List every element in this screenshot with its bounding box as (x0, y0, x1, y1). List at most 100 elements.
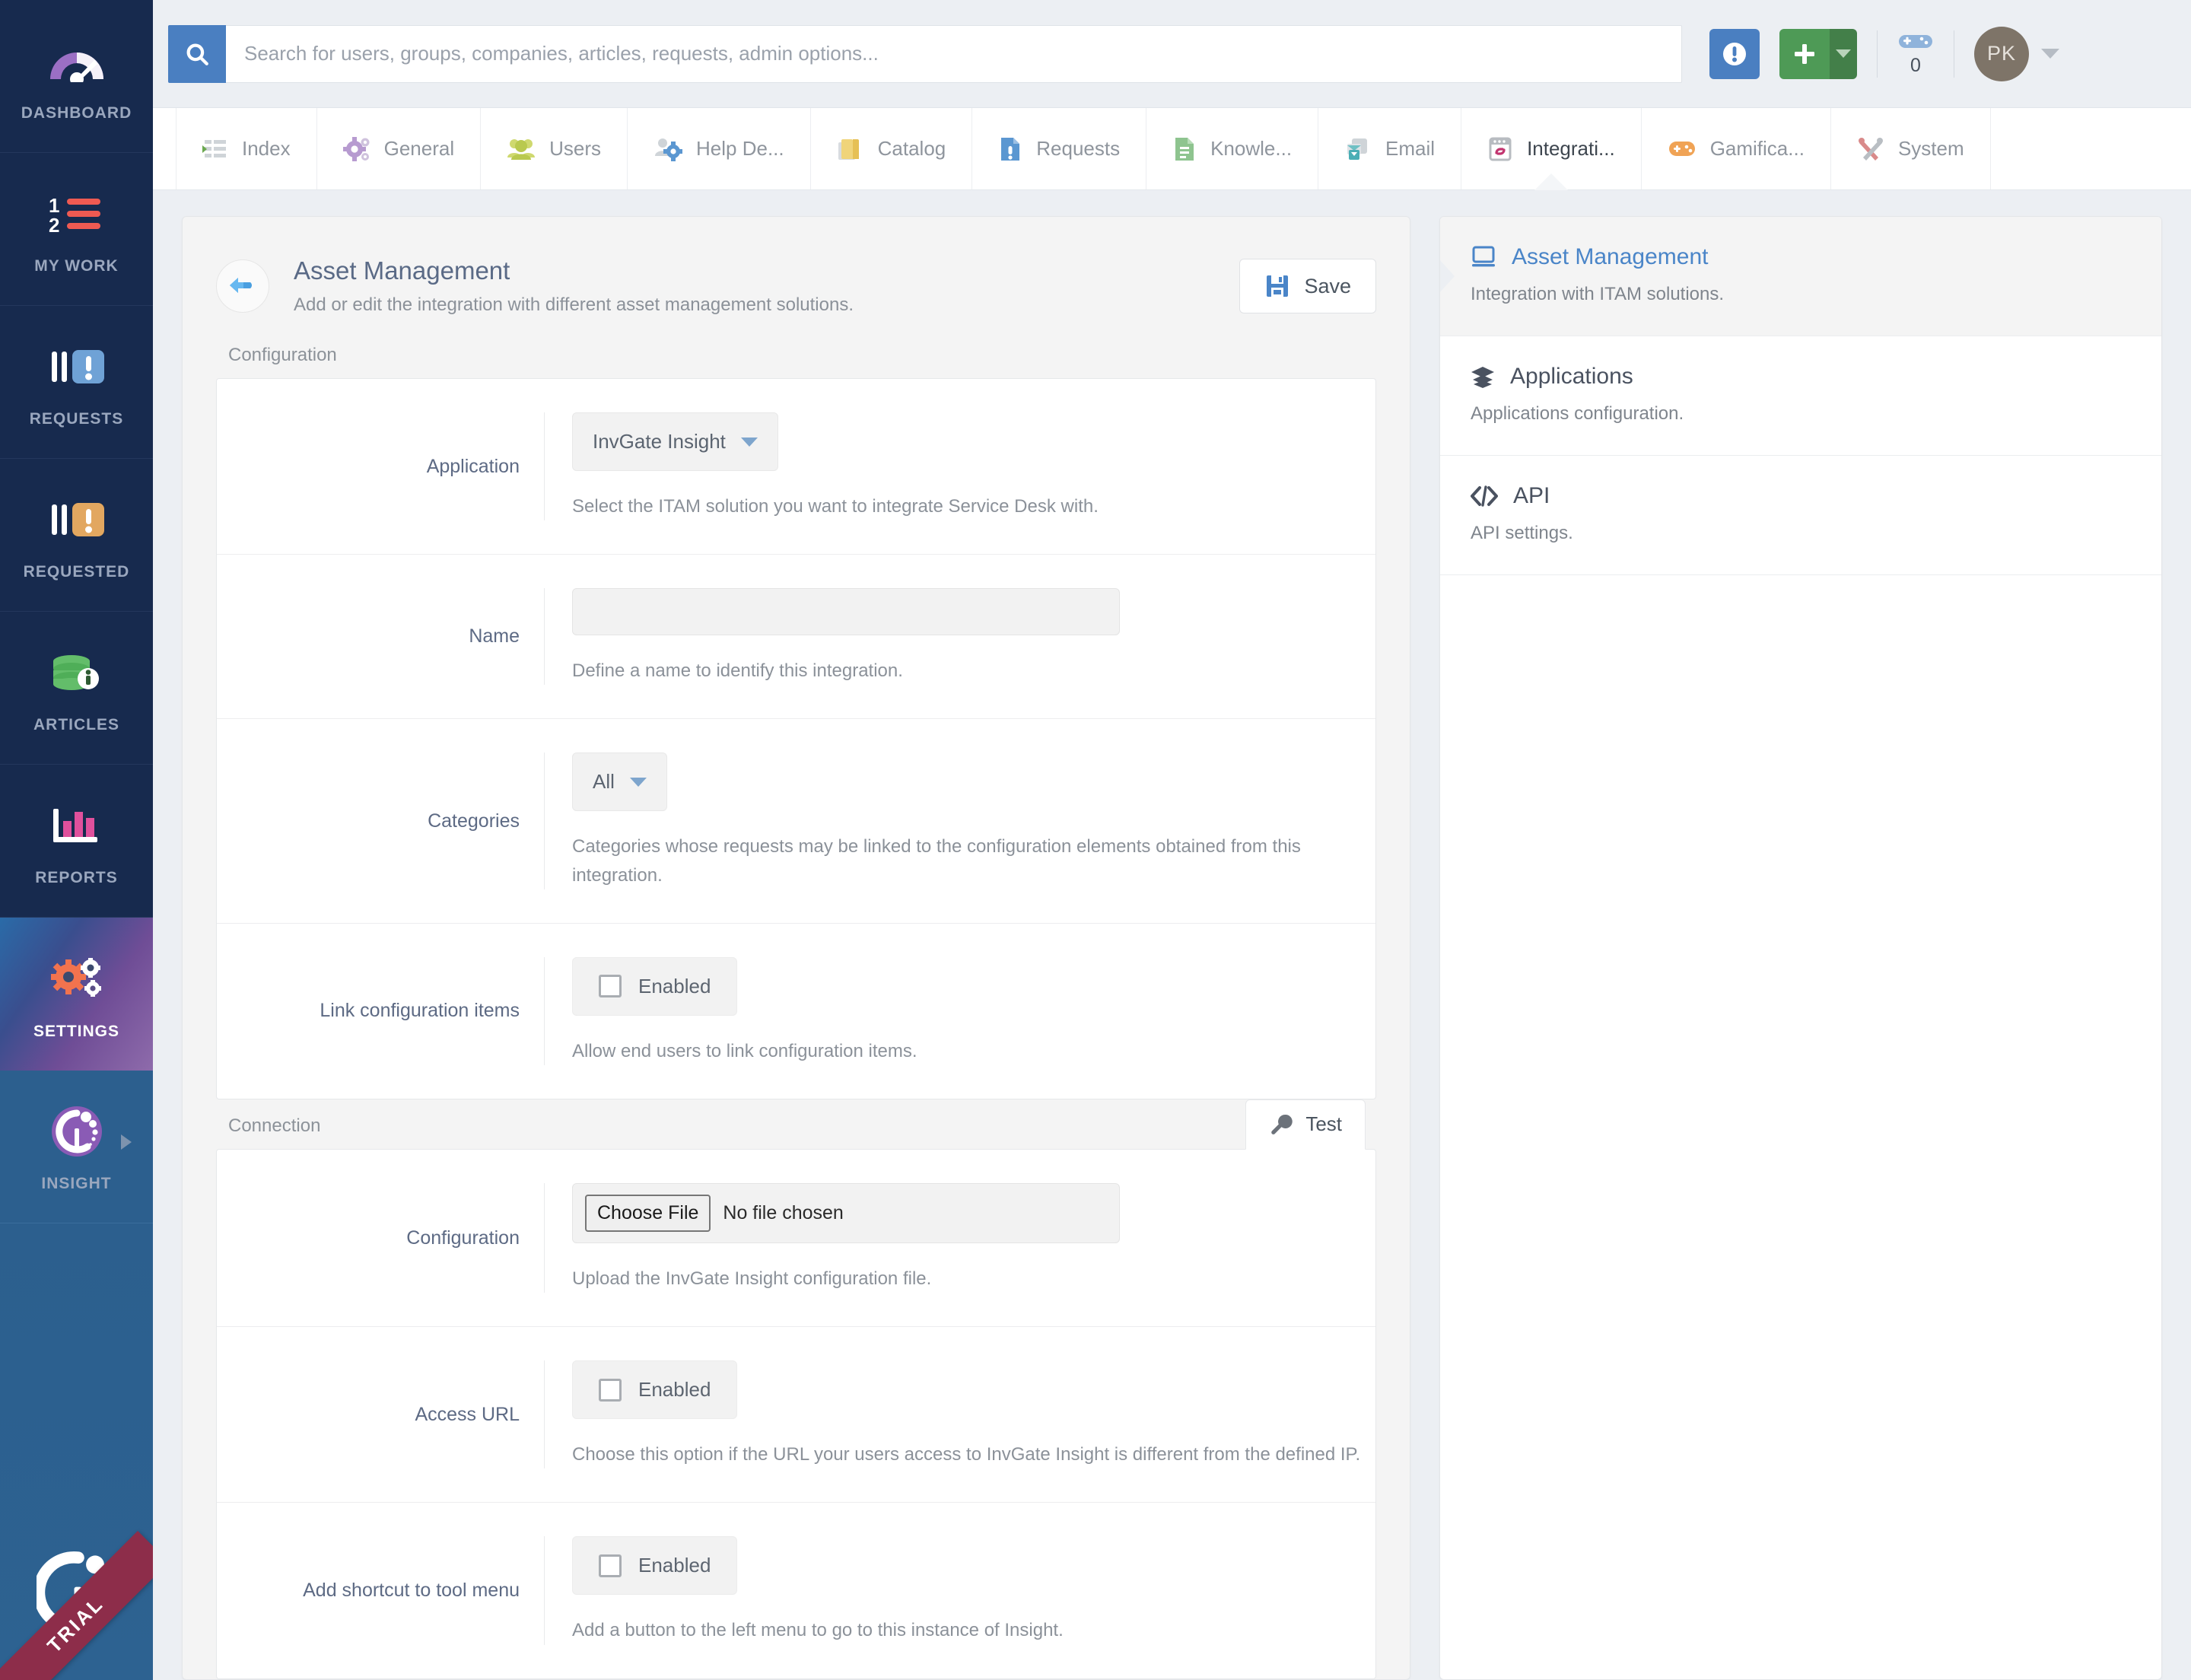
field-label: Add shortcut to tool menu (303, 1579, 520, 1601)
tab-index[interactable]: Index (176, 108, 317, 189)
header-actions: 0 PK (1709, 26, 2059, 81)
field-configuration-file: Configuration Choose File No file chosen… (217, 1150, 1375, 1328)
field-label: Name (469, 625, 520, 648)
sidebar-item-label: SETTINGS (33, 1022, 119, 1040)
tab-label: Catalog (877, 137, 946, 160)
sidebar-footer: TRIAL (0, 1223, 153, 1680)
alert-exclamation-icon (1723, 42, 1746, 65)
save-button[interactable]: Save (1239, 259, 1376, 313)
nav-item-api[interactable]: API API settings. (1440, 456, 2161, 575)
field-hint: Categories whose requests may be linked … (572, 836, 1301, 886)
database-info-icon (47, 641, 107, 704)
code-icon (1471, 485, 1498, 507)
gamification-button[interactable]: 0 (1897, 30, 1934, 77)
field-body: Enabled Choose this option if the URL yo… (544, 1360, 1375, 1469)
add-shortcut-checkbox[interactable]: Enabled (572, 1536, 738, 1596)
plus-icon[interactable] (1779, 28, 1830, 79)
application-select-value: InvGate Insight (593, 430, 726, 453)
chevron-down-icon (629, 777, 647, 787)
tab-knowledge[interactable]: Knowle... (1146, 108, 1319, 189)
sidebar-item-insight[interactable]: INSIGHT (0, 1071, 153, 1223)
chevron-down-icon[interactable] (2041, 49, 2059, 59)
access-url-checkbox[interactable]: Enabled (572, 1360, 738, 1420)
checkbox-label: Enabled (638, 1554, 711, 1577)
sidebar-item-settings[interactable]: SETTINGS (0, 918, 153, 1071)
tab-gamification[interactable]: Gamifica... (1642, 108, 1831, 189)
insight-logo-icon (49, 1100, 104, 1163)
checkbox-icon[interactable] (599, 975, 622, 998)
tab-label: General (383, 137, 455, 160)
tab-help-desk[interactable]: Help De... (628, 108, 811, 189)
back-button[interactable] (216, 259, 269, 313)
checkbox-label: Enabled (638, 974, 711, 998)
nav-item-asset-management[interactable]: Asset Management Integration with ITAM s… (1440, 217, 2161, 336)
search-icon[interactable] (168, 24, 226, 83)
categories-select[interactable]: All (572, 752, 667, 812)
alert-button[interactable] (1709, 28, 1760, 79)
user-menu[interactable]: PK (1974, 26, 2059, 81)
divider (1877, 30, 1878, 78)
checkbox-icon[interactable] (599, 1378, 622, 1402)
page-title: Asset Management (294, 256, 510, 285)
field-hint: Add a button to the left menu to go to t… (572, 1620, 1064, 1641)
test-button-label: Test (1305, 1112, 1342, 1136)
sidebar-item-dashboard[interactable]: DASHBOARD (0, 0, 153, 153)
chevron-down-icon (740, 437, 758, 447)
tab-label: Help De... (696, 137, 784, 160)
tab-requests[interactable]: Requests (972, 108, 1147, 189)
nav-item-applications[interactable]: Applications Applications configuration. (1440, 336, 2161, 456)
configuration-file-input[interactable]: Choose File No file chosen (572, 1182, 1120, 1243)
tab-system[interactable]: System (1831, 108, 1991, 189)
active-tab-arrow-icon (1534, 173, 1568, 190)
content-area: Asset Management Add or edit the integra… (153, 190, 2191, 1680)
tab-general[interactable]: General (317, 108, 482, 189)
chevron-right-icon[interactable] (121, 1134, 132, 1150)
connection-section-header: Connection Test (216, 1099, 1376, 1150)
field-name: Name Define a name to identify this inte… (217, 555, 1375, 720)
connection-section-label: Connection (228, 1115, 321, 1136)
bar-chart-icon (47, 794, 107, 857)
checkbox-icon[interactable] (599, 1554, 622, 1577)
sidebar-item-label: REPORTS (35, 869, 118, 886)
tab-label: Integrati... (1527, 137, 1615, 160)
search-input[interactable] (226, 24, 1682, 83)
tab-label: Gamifica... (1709, 137, 1805, 160)
tab-integrations[interactable]: Integrati... (1461, 108, 1642, 190)
field-link-configuration-items: Link configuration items Enabled Allow e… (217, 924, 1375, 1099)
gauge-icon (47, 30, 107, 92)
name-input[interactable] (572, 588, 1120, 636)
sidebar-item-requests[interactable]: REQUESTS (0, 306, 153, 459)
choose-file-button[interactable]: Choose File (585, 1194, 711, 1232)
configuration-card: Application InvGate Insight Select the I… (216, 378, 1376, 1099)
field-hint: Define a name to identify this integrati… (572, 660, 903, 682)
tab-email[interactable]: Email (1318, 108, 1462, 189)
field-body: InvGate Insight Select the ITAM solution… (544, 412, 1375, 521)
tab-users[interactable]: Users (481, 108, 628, 189)
panel-header: Asset Management Add or edit the integra… (216, 246, 1376, 332)
field-body: All Categories whose requests may be lin… (544, 752, 1375, 889)
sidebar-item-articles[interactable]: ARTICLES (0, 612, 153, 765)
top-header: 0 PK (153, 0, 2191, 108)
tab-catalog[interactable]: Catalog (811, 108, 973, 189)
chevron-down-icon[interactable] (1830, 28, 1857, 79)
test-button[interactable]: Test (1245, 1099, 1366, 1150)
field-body: Enabled Allow end users to link configur… (544, 956, 1375, 1065)
add-button-group[interactable] (1779, 28, 1857, 79)
link-configuration-items-checkbox[interactable]: Enabled (572, 956, 738, 1016)
field-label: Configuration (406, 1227, 520, 1249)
sidebar-item-label: ARTICLES (33, 716, 119, 733)
requests-doc-icon (1001, 137, 1020, 161)
sidebar-item-reports[interactable]: REPORTS (0, 765, 153, 918)
sidebar-item-my-work[interactable]: 1 2 MY WORK (0, 153, 153, 306)
nav-item-desc: Integration with ITAM solutions. (1471, 284, 1725, 304)
floppy-disk-icon (1267, 275, 1289, 297)
connection-card: Configuration Choose File No file chosen… (216, 1148, 1376, 1679)
field-application: Application InvGate Insight Select the I… (217, 379, 1375, 555)
sidebar-item-requested[interactable]: REQUESTED (0, 459, 153, 612)
avatar[interactable]: PK (1974, 26, 2029, 81)
tab-label: Knowle... (1210, 137, 1293, 160)
save-button-label: Save (1304, 274, 1351, 298)
application-select[interactable]: InvGate Insight (572, 412, 778, 471)
field-access-url: Access URL Enabled Choose this option if… (217, 1327, 1375, 1503)
requests-icon (47, 336, 107, 398)
